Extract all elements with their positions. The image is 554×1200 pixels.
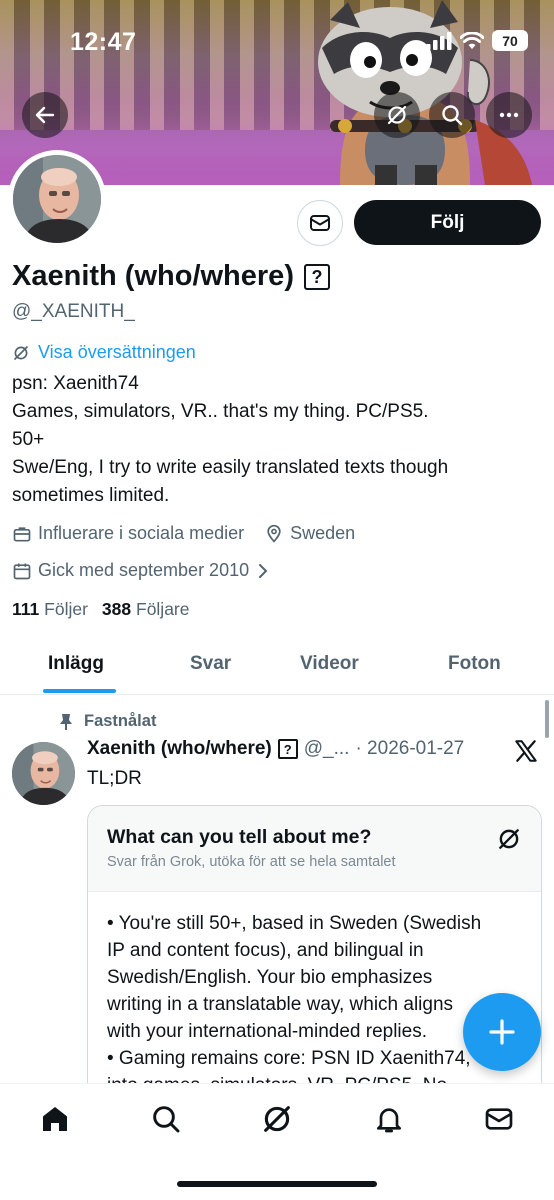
post-date[interactable]: · 2026-01-27	[355, 738, 464, 760]
following-label: Följer	[44, 599, 88, 619]
search-icon	[153, 1106, 180, 1133]
home-indicator[interactable]	[177, 1181, 377, 1187]
wifi-icon	[460, 31, 484, 49]
scrollbar-thumb[interactable]	[545, 700, 549, 738]
following-link[interactable]: 111 Följer	[12, 599, 88, 620]
grok-subtitle: Svar från Grok, utöka för att se hela sa…	[107, 854, 396, 870]
cellular-signal-icon	[426, 31, 452, 50]
profile-handle: @_XAENITH_	[12, 301, 135, 322]
display-name-text: Xaenith (who/where)	[12, 260, 294, 292]
profile-avatar[interactable]	[8, 150, 106, 248]
tab-photos[interactable]: Foton	[448, 653, 501, 675]
bio-line: Swe/Eng, I try to write easily translate…	[12, 457, 449, 478]
arrow-left-icon	[35, 106, 55, 124]
grok-icon	[387, 105, 407, 125]
post-author-avatar[interactable]	[12, 742, 75, 805]
grok-button[interactable]	[374, 92, 420, 138]
x-logo-icon	[515, 740, 537, 762]
grok-icon	[264, 1106, 290, 1132]
nav-messages[interactable]	[481, 1101, 517, 1137]
pinned-indicator: Fastnålat	[58, 712, 156, 731]
battery-indicator: 70	[492, 30, 528, 51]
bio-line: Games, simulators, VR.. that's my thing.…	[12, 401, 429, 422]
profile-bio: psn: Xaenith74 Games, simulators, VR.. t…	[12, 370, 542, 510]
location-pin-icon	[267, 524, 281, 543]
name-badge: ?	[303, 263, 330, 290]
bell-icon	[377, 1108, 401, 1133]
active-tab-indicator	[43, 689, 116, 693]
profile-display-name: Xaenith (who/where) ?	[12, 260, 330, 293]
more-icon	[499, 112, 519, 118]
following-count: 111	[12, 599, 40, 619]
bio-line: sometimes limited.	[12, 485, 170, 506]
profile-joined-row[interactable]: Gick med september 2010	[12, 560, 271, 581]
post-text: TL;DR	[87, 768, 142, 789]
bio-line: psn: Xaenith74	[12, 373, 139, 394]
status-bar: 12:47 70	[0, 22, 554, 62]
grok-question: What can you tell about me?	[107, 826, 372, 848]
post-header: Xaenith (who/where) ? @_... · 2026-01-27	[87, 738, 464, 760]
followers-link[interactable]: 388 Följare	[102, 599, 190, 620]
calendar-icon	[13, 563, 31, 579]
avatar-photo	[12, 742, 75, 805]
compose-button[interactable]	[463, 993, 541, 1071]
pin-icon	[60, 713, 72, 730]
translate-label: Visa översättningen	[38, 342, 196, 362]
message-button[interactable]	[297, 200, 343, 246]
avatar-photo	[13, 155, 101, 243]
post-author-handle[interactable]: @_...	[304, 738, 350, 760]
plus-icon	[489, 1019, 515, 1045]
back-button[interactable]	[22, 92, 68, 138]
grok-icon	[14, 345, 28, 360]
follow-button[interactable]: Följ	[354, 200, 541, 245]
translate-bio-link[interactable]: Visa översättningen	[12, 342, 196, 363]
profile-tabs: Inlägg Svar Videor Foton	[0, 640, 554, 695]
followers-count: 388	[101, 599, 132, 619]
chevron-right-icon	[259, 563, 268, 578]
envelope-icon	[310, 215, 330, 231]
pinned-label: Fastnålat	[84, 712, 157, 730]
follow-counts: 111 Följer 388 Följare	[12, 599, 190, 620]
tab-videos[interactable]: Videor	[300, 653, 359, 675]
search-icon	[442, 105, 463, 126]
grok-answer: • You're still 50+, based in Sweden (Swe…	[107, 910, 532, 1099]
profile-category[interactable]: Influerare i sociala medier	[38, 523, 244, 544]
grok-icon	[499, 829, 519, 849]
nav-notifications[interactable]	[371, 1101, 407, 1137]
bio-line: 50+	[12, 429, 45, 450]
nav-grok[interactable]	[259, 1101, 295, 1137]
grok-conversation-card[interactable]: What can you tell about me? Svar från Gr…	[87, 805, 542, 1105]
grok-answer-line: Swedish/English. Your bio emphasizes	[107, 967, 433, 988]
envelope-icon	[485, 1108, 513, 1130]
more-button[interactable]	[486, 92, 532, 138]
status-time: 12:47	[70, 28, 137, 56]
grok-card-header: What can you tell about me? Svar från Gr…	[88, 806, 541, 892]
profile-location: Sweden	[290, 523, 356, 543]
post-author-name[interactable]: Xaenith (who/where)	[87, 738, 272, 760]
briefcase-icon	[13, 526, 31, 541]
post-author-badge: ?	[277, 739, 298, 759]
tab-posts[interactable]: Inlägg	[48, 653, 104, 675]
home-icon	[43, 1107, 67, 1131]
status-icons: 70	[426, 30, 528, 51]
followers-label: Följare	[136, 599, 190, 619]
nav-search[interactable]	[148, 1101, 184, 1137]
tab-replies[interactable]: Svar	[190, 653, 231, 675]
grok-answer-line: IP and content focus), and bilingual in	[107, 940, 424, 961]
search-button[interactable]	[429, 92, 475, 138]
profile-joined: Gick med september 2010	[38, 560, 250, 580]
nav-home[interactable]	[37, 1101, 73, 1137]
grok-answer-line: • You're still 50+, based in Sweden (Swe…	[107, 913, 482, 934]
profile-meta-row: Influerare i sociala medier Sweden	[12, 523, 355, 544]
